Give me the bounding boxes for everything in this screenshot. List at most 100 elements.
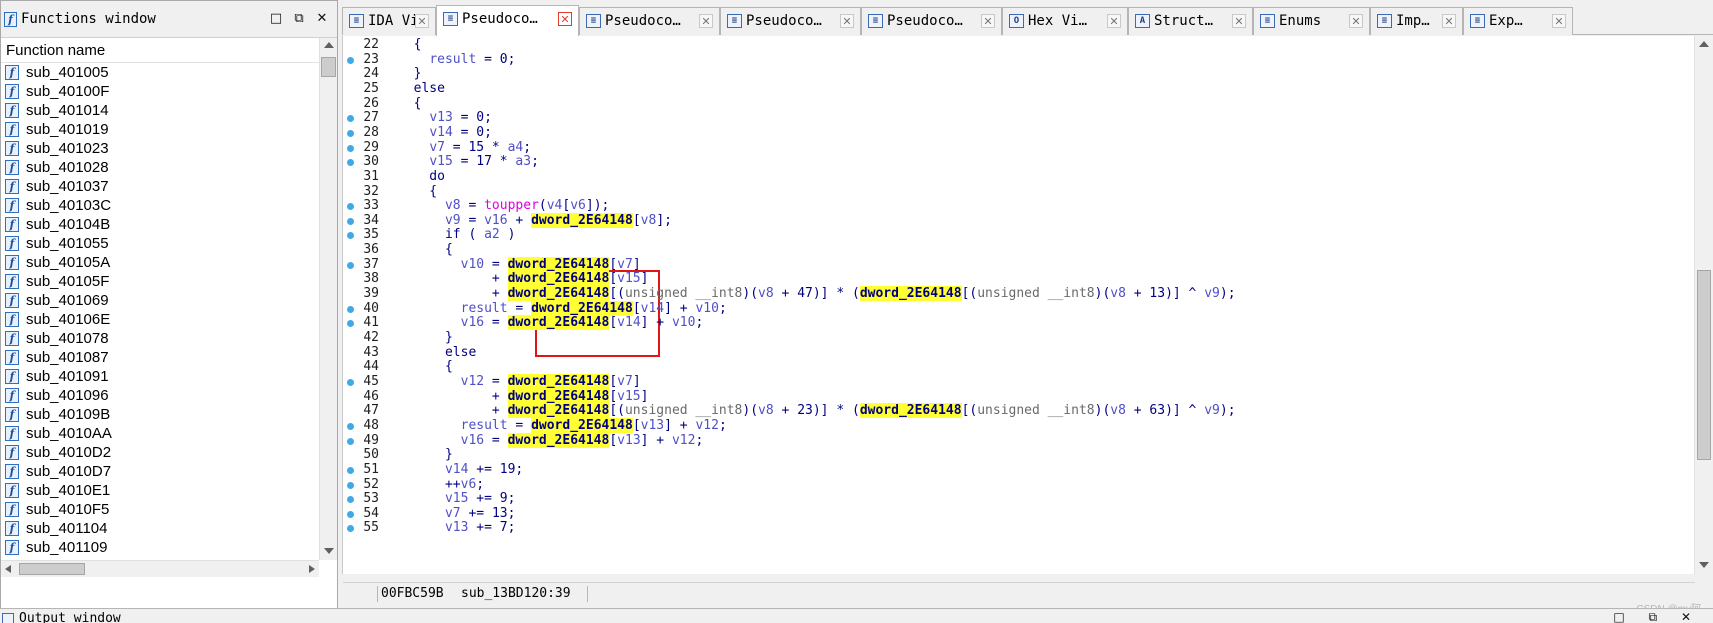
variable[interactable]: v9: [445, 213, 461, 228]
float-window-icon[interactable]: ⧉: [289, 9, 309, 29]
function-list-item[interactable]: f sub_401014: [1, 101, 319, 120]
scrollbar-thumb[interactable]: [321, 57, 336, 77]
variable[interactable]: result: [461, 301, 508, 316]
function-list-item[interactable]: f sub_4010E1: [1, 481, 319, 500]
breakpoint-dot-icon[interactable]: [347, 510, 354, 518]
variable[interactable]: v14: [617, 315, 640, 330]
code-line[interactable]: }: [398, 66, 422, 82]
code-line[interactable]: v16 = dword_2E64148[v14] + v10;: [398, 315, 703, 331]
breakpoint-dot-icon[interactable]: [347, 217, 354, 225]
breakpoint-dot-icon[interactable]: [347, 422, 354, 430]
function-list-item[interactable]: f sub_40105F: [1, 272, 319, 291]
output-window-controls[interactable]: □ ⧉ ✕: [1613, 610, 1701, 623]
code-line[interactable]: {: [398, 37, 422, 53]
function-list-item[interactable]: f sub_401023: [1, 139, 319, 158]
code-line[interactable]: }: [398, 330, 453, 346]
variable[interactable]: v16: [461, 315, 484, 330]
code-line[interactable]: {: [398, 359, 453, 375]
function-list-item[interactable]: f sub_40103C: [1, 196, 319, 215]
variable[interactable]: v6: [570, 198, 586, 213]
function-name-column-header[interactable]: Function name: [1, 38, 319, 63]
variable[interactable]: v15: [617, 271, 640, 286]
function-list-item[interactable]: f sub_4010D7: [1, 462, 319, 481]
code-line[interactable]: v14 += 19;: [398, 462, 523, 478]
maximize-icon[interactable]: □: [266, 9, 286, 29]
tab-pseudocode[interactable]: ≡ Pseudoco… ✕: [436, 5, 579, 36]
breakpoint-dot-icon[interactable]: [347, 129, 354, 137]
code-line[interactable]: v8 = toupper(v4[v6]);: [398, 198, 609, 214]
breakpoint-dot-icon[interactable]: [347, 144, 354, 152]
scroll-right-arrow-icon[interactable]: [309, 565, 315, 573]
code-line[interactable]: + dword_2E64148[(unsigned __int8)(v8 + 4…: [398, 286, 1236, 302]
variable[interactable]: v13: [617, 433, 640, 448]
function-list-item[interactable]: f sub_401037: [1, 177, 319, 196]
tab-hex-view[interactable]: O Hex Vi… ✕: [1002, 7, 1128, 35]
function-list-item[interactable]: f sub_4010D2: [1, 443, 319, 462]
code-line[interactable]: + dword_2E64148[v15]: [398, 388, 648, 405]
tab-ida-view[interactable]: ≡ IDA Vi… ✕: [342, 7, 436, 35]
pseudocode-text[interactable]: { result = 0; } else { v13 = 0; v14 = 0;…: [398, 36, 1688, 574]
function-list-vertical-scrollbar[interactable]: [319, 38, 337, 560]
code-line[interactable]: v7 += 13;: [398, 506, 515, 522]
function-call[interactable]: toupper: [484, 198, 539, 213]
variable[interactable]: v10: [672, 315, 695, 330]
function-list-horizontal-scrollbar[interactable]: [1, 560, 319, 577]
variable[interactable]: v10: [461, 257, 484, 272]
code-line[interactable]: v15 += 9;: [398, 491, 515, 507]
code-line[interactable]: {: [398, 96, 422, 112]
function-list-item[interactable]: f sub_401078: [1, 329, 319, 348]
global-symbol[interactable]: dword_2E64148: [507, 403, 610, 419]
variable[interactable]: v14: [641, 301, 664, 316]
breakpoint-dot-icon[interactable]: [347, 437, 354, 445]
global-symbol[interactable]: dword_2E64148: [507, 432, 610, 448]
variable[interactable]: v6: [461, 477, 477, 492]
function-list-item[interactable]: f sub_4010F5: [1, 500, 319, 519]
code-line[interactable]: + dword_2E64148[v15]: [398, 271, 648, 287]
pseudocode-view[interactable]: 22 23 24 25 26 27 28 29 30 31 32 33 34 35 36 37 38 39 40 41…: [342, 36, 1695, 604]
tab-close-icon[interactable]: ✕: [840, 14, 854, 28]
function-list-item[interactable]: f sub_401104: [1, 519, 319, 538]
variable[interactable]: v8: [445, 198, 461, 213]
variable[interactable]: v9: [1204, 286, 1220, 301]
global-symbol[interactable]: dword_2E64148: [507, 256, 610, 272]
variable[interactable]: v8: [758, 403, 774, 418]
variable[interactable]: v13: [641, 418, 664, 433]
breakpoint-dot-icon[interactable]: [347, 378, 354, 386]
function-list-item[interactable]: f sub_401087: [1, 348, 319, 367]
global-symbol[interactable]: dword_2E64148: [507, 271, 610, 287]
global-symbol[interactable]: dword_2E64148: [507, 373, 610, 389]
variable[interactable]: v13: [445, 520, 468, 535]
variable[interactable]: v16: [461, 433, 484, 448]
code-line[interactable]: v15 = 17 * a3;: [398, 154, 539, 170]
tab-close-icon[interactable]: ✕: [1349, 14, 1363, 28]
variable[interactable]: v14: [429, 125, 452, 140]
tab-close-icon[interactable]: ✕: [699, 14, 713, 28]
variable[interactable]: v14: [445, 462, 468, 477]
variable[interactable]: v4: [547, 198, 563, 213]
tab-close-icon[interactable]: ✕: [558, 12, 572, 26]
code-line[interactable]: v10 = dword_2E64148[v7]: [398, 256, 641, 273]
tab-close-icon[interactable]: ✕: [981, 14, 995, 28]
tab-exports[interactable]: ≡ Exp… ✕: [1463, 7, 1573, 35]
function-list-item[interactable]: f sub_4010AA: [1, 424, 319, 443]
code-line[interactable]: v13 += 7;: [398, 520, 515, 536]
code-line[interactable]: v16 = dword_2E64148[v13] + v12;: [398, 432, 703, 449]
code-line[interactable]: do: [398, 169, 445, 185]
scroll-left-arrow-icon[interactable]: [5, 565, 11, 573]
variable[interactable]: a4: [508, 140, 524, 155]
tab-close-icon[interactable]: ✕: [1552, 14, 1566, 28]
code-line[interactable]: v13 = 0;: [398, 110, 492, 126]
function-list-item[interactable]: f sub_40109B: [1, 405, 319, 424]
global-symbol[interactable]: dword_2E64148: [507, 388, 610, 404]
code-line[interactable]: v14 = 0;: [398, 125, 492, 141]
function-list-item[interactable]: f sub_40104B: [1, 215, 319, 234]
global-symbol[interactable]: dword_2E64148: [507, 286, 610, 302]
function-list-item[interactable]: f sub_401028: [1, 158, 319, 177]
function-list-item[interactable]: f sub_401069: [1, 291, 319, 310]
code-line[interactable]: }: [398, 447, 453, 463]
code-line[interactable]: v7 = 15 * a4;: [398, 140, 531, 156]
variable[interactable]: v9: [1204, 403, 1220, 418]
breakpoint-dot-icon[interactable]: [347, 305, 354, 313]
tab-close-icon[interactable]: ✕: [415, 14, 429, 28]
scroll-up-arrow-icon[interactable]: [1699, 41, 1709, 47]
